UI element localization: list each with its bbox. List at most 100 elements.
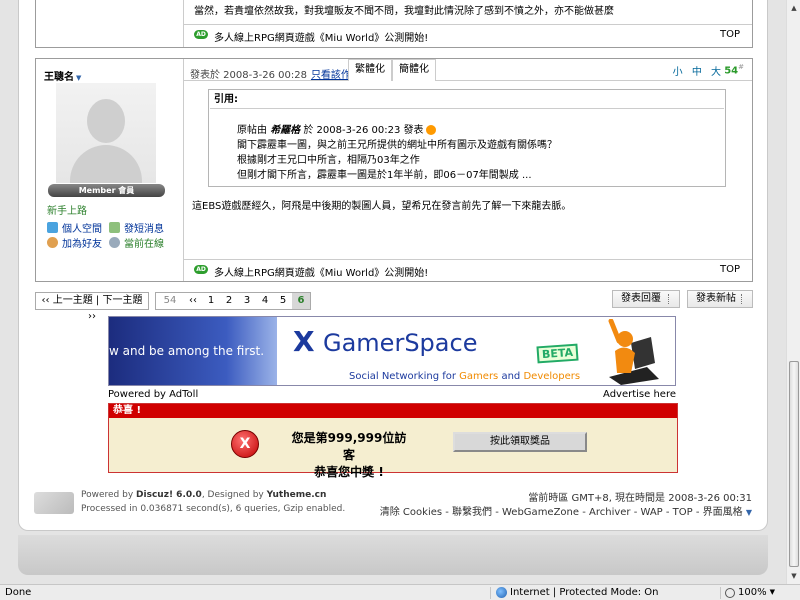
member-badge: Member 會員: [48, 184, 165, 197]
new-post-button-label: 發表新帖: [696, 293, 736, 304]
status-separator: [720, 587, 721, 599]
page-link[interactable]: 2: [220, 293, 238, 309]
claim-prize-button[interactable]: 按此領取獎品: [453, 432, 587, 452]
discuz-link[interactable]: Discuz! 6.0.0: [136, 490, 202, 500]
post-time: 發表於 2008-3-26 00:28 只看該作者: [190, 66, 361, 81]
ad-icon: AD: [194, 265, 208, 274]
globe-icon: [496, 587, 507, 598]
quote-line-2: 閣下霹靂車一圖，與之前王兄所提供的網址中所有圖示及遊戲有關係嗎？: [237, 140, 557, 151]
floor-number-label: 54: [724, 65, 739, 77]
quote-author[interactable]: 希羅格: [270, 125, 300, 136]
avatar-body: [70, 145, 142, 183]
chevron-down-icon: ▼: [769, 588, 775, 596]
personal-space-label: 個人空間: [62, 224, 102, 235]
tab-simplified[interactable]: 簡體化: [392, 59, 436, 81]
add-friend-link[interactable]: 加為好友: [47, 235, 102, 250]
ad-icon: AD: [194, 30, 208, 39]
quote-line-4: 但剛才閣下所言，霹靂車一圖是於1年半前，即06－07年間製成 ...: [237, 170, 532, 181]
online-status: 當前在線: [109, 235, 164, 250]
zoom-icon: [725, 587, 735, 598]
post-author-column: [36, 0, 184, 47]
yutheme-link[interactable]: Yutheme.cn: [267, 490, 327, 500]
ad-tag-c: and: [501, 371, 521, 382]
page-link[interactable]: 3: [238, 293, 256, 309]
post-header: 發表於 2008-3-26 00:28 只看該作者 繁體化 簡體化 小 中 大 5…: [184, 59, 752, 81]
footer-links-text[interactable]: 清除 Cookies - 聯繫我們 - WebGameZone - Archiv…: [380, 507, 743, 518]
quote-label: 引用:: [210, 91, 724, 109]
button-grip-icon: [741, 294, 749, 304]
scroll-down-icon[interactable]: ▼: [789, 570, 799, 582]
new-post-button[interactable]: 發表新帖: [687, 290, 753, 308]
scrollbar-thumb[interactable]: [789, 361, 799, 567]
ad-tag-b: Gamers: [459, 371, 499, 382]
scroll-up-icon[interactable]: ▲: [789, 2, 799, 14]
ad-banner[interactable]: w and be among the first. X GamerSpace B…: [108, 316, 676, 386]
goto-post-icon[interactable]: [426, 125, 437, 135]
footer-timezone: 當前時區 GMT+8, 現在時間是 2008-3-26 00:31: [528, 493, 752, 504]
ad-tag-d: Developers: [523, 371, 581, 382]
laptop-figure-icon: [608, 319, 659, 385]
tab-traditional[interactable]: 繁體化: [348, 59, 392, 81]
adtoll-link[interactable]: Powered by AdToll: [108, 389, 198, 400]
post-time-label: 發表於 2008-3-26 00:28: [190, 70, 307, 81]
send-pm-label: 發短消息: [124, 224, 164, 235]
gamerspace-logo-icon: X: [293, 325, 315, 358]
personal-space-link[interactable]: 個人空間: [47, 220, 102, 235]
security-zone[interactable]: Internet | Protected Mode: On: [496, 585, 658, 600]
reply-button[interactable]: 發表回覆: [612, 290, 680, 308]
ad-tag-a: Social Networking for: [349, 371, 456, 382]
font-size-switch[interactable]: 小 中 大: [673, 63, 724, 78]
top-link[interactable]: TOP: [720, 264, 740, 275]
author-name-label: 王聰名: [44, 72, 74, 83]
add-friend-label: 加為好友: [62, 239, 102, 250]
page-link[interactable]: 1: [202, 293, 220, 309]
chevron-down-icon[interactable]: ▼: [746, 508, 752, 517]
discuz-logo: [34, 492, 74, 514]
send-pm-link[interactable]: 發短消息: [109, 220, 164, 235]
zoom-control[interactable]: 100% ▼: [725, 585, 775, 600]
ad-tagline: Social Networking for Gamers and Develop…: [349, 371, 580, 382]
quote-time: 於 2008-3-26 00:23 發表: [303, 125, 424, 136]
current-page: 6: [292, 293, 310, 309]
ad-footer: Powered by AdToll Advertise here: [108, 389, 676, 400]
prize-line-2: 恭喜您中獎 !: [314, 465, 384, 479]
post-signature-row: AD 多人線上RPG網頁遊戲《Miu World》公測開始! TOP: [184, 259, 752, 281]
button-grip-icon: [668, 294, 676, 304]
prize-title: 恭喜 !: [109, 404, 677, 418]
quote-box: 引用: 原帖由 希羅格 於 2008-3-26 00:23 發表 閣下霹靂車一圖…: [208, 89, 726, 187]
vertical-scrollbar[interactable]: ▲ ▼: [786, 0, 800, 584]
author-name[interactable]: 王聰名 ▼: [44, 68, 81, 83]
page-shadow: [18, 535, 768, 575]
first-page-link[interactable]: ‹‹: [184, 293, 202, 309]
quote-line-1: 原帖由 希羅格 於 2008-3-26 00:23 發表: [237, 121, 437, 136]
signature-link[interactable]: 多人線上RPG網頁遊戲《Miu World》公測開始!: [214, 264, 428, 279]
status-separator: [490, 587, 491, 599]
powered-prefix: Powered by: [81, 490, 134, 500]
footer-links: 清除 Cookies - 聯繫我們 - WebGameZone - Archiv…: [380, 503, 752, 518]
post-author-column: 王聰名 ▼ Member 會員 新手上路 個人空間 發短消息 加為好友 當前在線: [36, 59, 184, 281]
status-text: Done: [5, 587, 32, 598]
prev-topic-link[interactable]: ‹‹ 上一主題: [42, 295, 93, 306]
error-x-icon[interactable]: X: [231, 430, 259, 458]
prev-next-nav: ‹‹ 上一主題 | 下一主題 ››: [35, 292, 149, 322]
page-link[interactable]: 5: [274, 293, 292, 309]
add-friend-icon: [47, 237, 58, 248]
prize-message: 您是第999,999位訪客 恭喜您中獎 !: [289, 430, 409, 481]
message-icon: [109, 222, 120, 233]
security-zone-label: Internet | Protected Mode: On: [510, 587, 659, 598]
page-link[interactable]: 4: [256, 293, 274, 309]
footer-powered: Powered by Discuz! 6.0.0, Designed by Yu…: [81, 490, 326, 500]
pagination: 54 ‹‹ 1 2 3 4 5 6: [155, 292, 311, 310]
online-status-label: 當前在線: [124, 239, 164, 250]
prize-line-1: 您是第999,999位訪客: [291, 431, 407, 462]
footer-processed: Processed in 0.036871 second(s), 6 queri…: [81, 504, 346, 514]
floor-number: 54#: [724, 63, 744, 76]
prize-banner: 恭喜 ! X 您是第999,999位訪客 恭喜您中獎 ! 按此領取獎品: [108, 403, 678, 479]
zoom-level: 100%: [738, 587, 767, 598]
advertise-link[interactable]: Advertise here: [603, 389, 676, 400]
home-icon: [47, 222, 58, 233]
page-total: 54: [163, 295, 177, 306]
signature-link[interactable]: 多人線上RPG網頁遊戲《Miu World》公測開始!: [214, 29, 428, 44]
top-link[interactable]: TOP: [720, 29, 740, 40]
reply-text: 這EBS遊戲歷經久，阿飛是中後期的製圖人員，望希兄在發言前先了解一下來龍去脈。: [192, 201, 572, 212]
